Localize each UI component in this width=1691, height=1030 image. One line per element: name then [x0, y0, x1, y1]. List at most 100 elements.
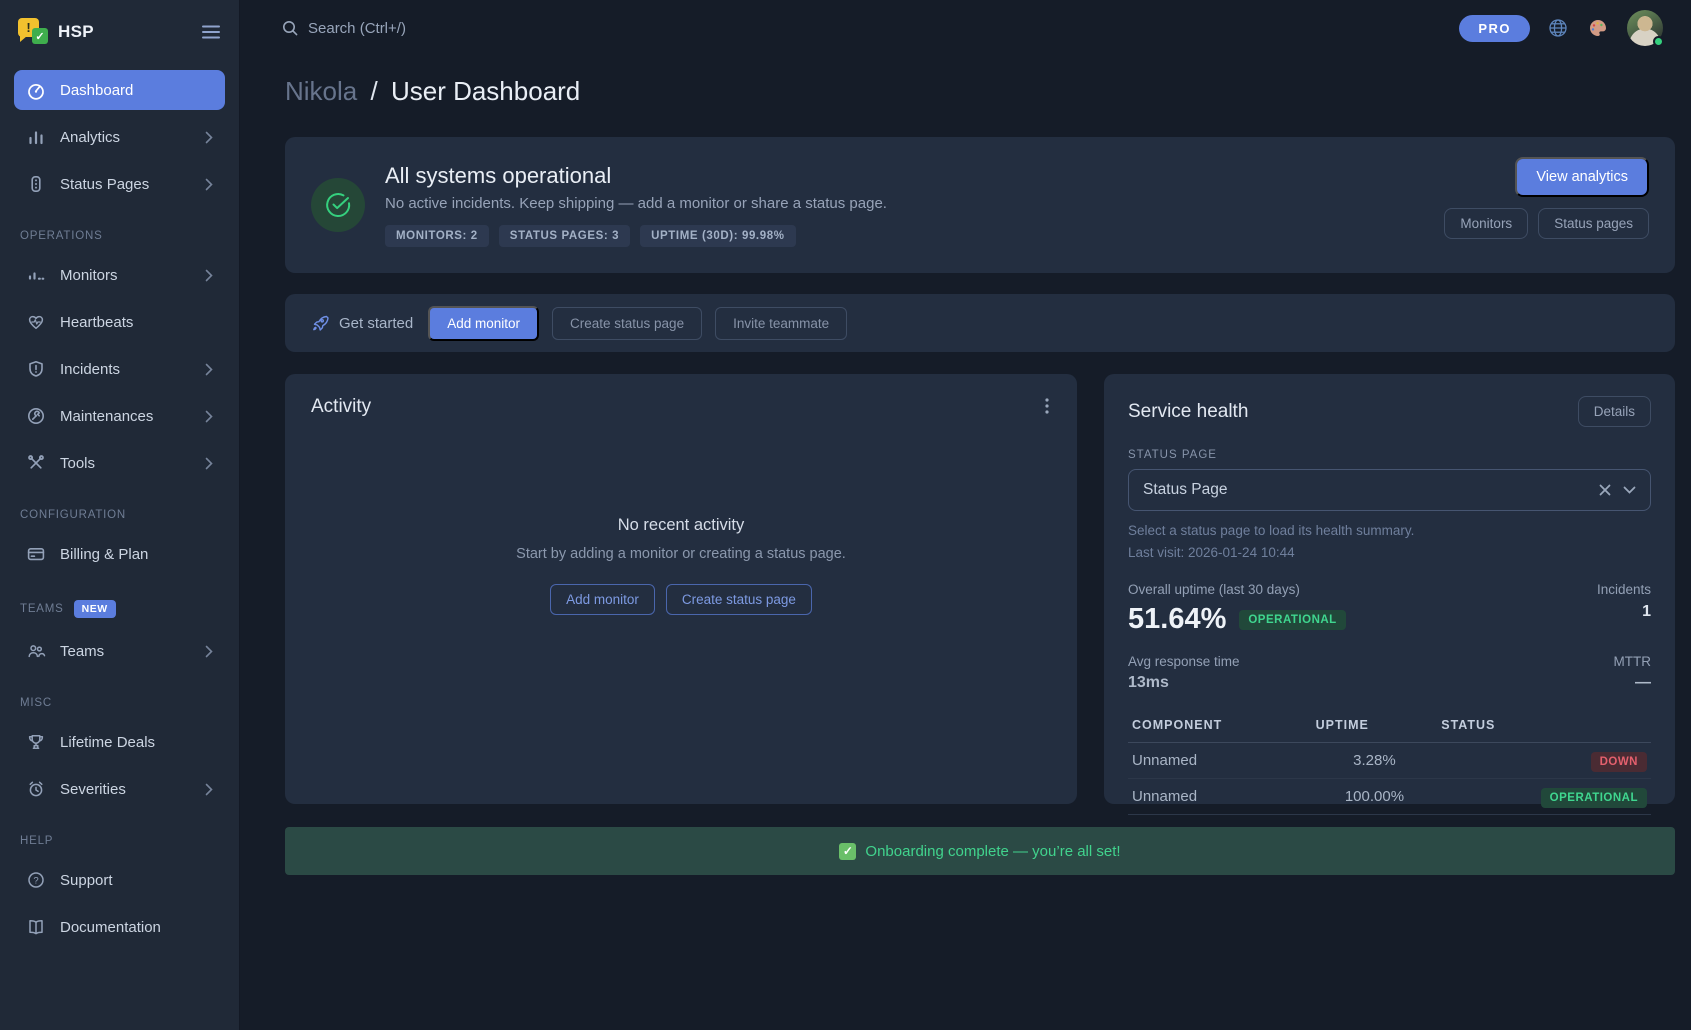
sidebar-item-maintenances[interactable]: Maintenances	[14, 396, 225, 436]
hero-stat-badges: MONITORS: 2 STATUS PAGES: 3 UPTIME (30D)…	[385, 225, 1424, 247]
pro-badge[interactable]: PRO	[1459, 15, 1530, 42]
chevron-right-icon	[205, 645, 213, 658]
check-circle-icon	[311, 178, 365, 232]
empty-create-status-page-button[interactable]: Create status page	[666, 584, 812, 615]
sidebar-item-label: Teams	[60, 643, 104, 660]
component-name-cell: Unnamed	[1128, 779, 1312, 815]
get-started-label: Get started	[311, 314, 413, 332]
component-uptime-cell: 100.00%	[1312, 779, 1438, 815]
hamburger-menu-icon[interactable]	[201, 24, 221, 40]
hero-subtitle: No active incidents. Keep shipping — add…	[385, 195, 1424, 212]
sidebar: ! ✓ HSP Dashboard Analytics	[0, 0, 240, 1030]
alarm-clock-icon	[26, 779, 46, 799]
wrench-circle-icon	[26, 406, 46, 426]
status-hero-card: All systems operational No active incide…	[285, 137, 1675, 273]
sidebar-item-tools[interactable]: Tools	[14, 443, 225, 483]
hero-text: All systems operational No active incide…	[385, 163, 1424, 247]
sidebar-item-incidents[interactable]: Incidents	[14, 349, 225, 389]
sidebar-item-label: Analytics	[60, 129, 120, 146]
overall-uptime-value: 51.64%	[1128, 603, 1226, 636]
add-monitor-button[interactable]: Add monitor	[428, 306, 539, 341]
status-pages-button[interactable]: Status pages	[1538, 208, 1649, 239]
sidebar-item-documentation[interactable]: Documentation	[14, 907, 225, 947]
mttr-stat: MTTR —	[1614, 654, 1652, 692]
hero-actions: View analytics Monitors Status pages	[1444, 157, 1649, 239]
sidebar-item-label: Billing & Plan	[60, 546, 148, 563]
sidebar-item-support[interactable]: ? Support	[14, 860, 225, 900]
chevron-right-icon	[205, 269, 213, 282]
sidebar-item-severities[interactable]: Severities	[14, 769, 225, 809]
sidebar-item-lifetime-deals[interactable]: Lifetime Deals	[14, 722, 225, 762]
monitors-button[interactable]: Monitors	[1444, 208, 1528, 239]
sidebar-item-label: Tools	[60, 455, 95, 472]
select-helper-text: Select a status page to load its health …	[1128, 523, 1651, 538]
language-globe-icon[interactable]	[1547, 17, 1569, 39]
sidebar-item-teams[interactable]: Teams	[14, 631, 225, 671]
sidebar-item-monitors[interactable]: Monitors	[14, 255, 225, 295]
view-analytics-button[interactable]: View analytics	[1515, 157, 1649, 197]
create-status-page-button[interactable]: Create status page	[552, 307, 702, 340]
empty-state-actions: Add monitor Create status page	[550, 584, 812, 615]
avg-response-value: 13ms	[1128, 674, 1240, 692]
search-icon	[281, 19, 299, 37]
mttr-label: MTTR	[1614, 654, 1652, 669]
overall-uptime-label: Overall uptime (last 30 days)	[1128, 582, 1346, 597]
breadcrumb-parent[interactable]: Nikola	[285, 76, 357, 106]
onboarding-banner: ✓ Onboarding complete — you’re all set!	[285, 827, 1675, 875]
table-row[interactable]: Unnamed 3.28% DOWN	[1128, 743, 1651, 779]
last-visit-text: Last visit: 2026-01-24 10:44	[1128, 545, 1651, 560]
empty-add-monitor-button[interactable]: Add monitor	[550, 584, 655, 615]
theme-palette-icon[interactable]	[1586, 16, 1610, 40]
search-input[interactable]: Search (Ctrl+/)	[281, 19, 406, 37]
sidebar-item-analytics[interactable]: Analytics	[14, 117, 225, 157]
status-page-field-label: STATUS PAGE	[1128, 449, 1651, 461]
clear-selection-icon[interactable]	[1599, 484, 1611, 496]
response-mttr-row: Avg response time 13ms MTTR —	[1128, 654, 1651, 692]
column-header-uptime: UPTIME	[1312, 710, 1438, 743]
down-status-badge: DOWN	[1591, 752, 1647, 772]
main-area: Search (Ctrl+/) PRO Nikola / User Dashbo	[241, 0, 1691, 1030]
svg-text:?: ?	[33, 875, 38, 886]
user-avatar[interactable]	[1627, 10, 1663, 46]
empty-state-title: No recent activity	[618, 516, 745, 535]
hero-title: All systems operational	[385, 163, 1424, 189]
app-logo-icon[interactable]: ! ✓	[18, 18, 48, 46]
component-name-cell: Unnamed	[1128, 743, 1312, 779]
incidents-stat: Incidents 1	[1597, 582, 1651, 636]
status-page-select-value: Status Page	[1143, 481, 1227, 499]
sidebar-item-label: Status Pages	[60, 176, 149, 193]
incidents-label: Incidents	[1597, 582, 1651, 597]
uptime-30d-badge: UPTIME (30D): 99.98%	[640, 225, 795, 247]
invite-teammate-button[interactable]: Invite teammate	[715, 307, 847, 340]
status-pages-count-badge: STATUS PAGES: 3	[499, 225, 630, 247]
sidebar-item-heartbeats[interactable]: Heartbeats	[14, 302, 225, 342]
credit-card-icon	[26, 544, 46, 564]
new-badge: NEW	[74, 600, 116, 618]
breadcrumb: Nikola / User Dashboard	[285, 76, 1675, 107]
onboarding-banner-text: Onboarding complete — you’re all set!	[865, 843, 1120, 860]
avg-response-stat: Avg response time 13ms	[1128, 654, 1240, 692]
details-button[interactable]: Details	[1578, 396, 1651, 427]
activity-empty-state: No recent activity Start by adding a mon…	[311, 348, 1051, 782]
monitors-count-badge: MONITORS: 2	[385, 225, 489, 247]
sidebar-item-billing[interactable]: Billing & Plan	[14, 534, 225, 574]
chevron-right-icon	[205, 178, 213, 191]
rocket-icon	[311, 314, 329, 332]
chevron-down-icon[interactable]	[1623, 486, 1636, 494]
service-health-title: Service health	[1128, 401, 1248, 423]
incidents-value: 1	[1597, 603, 1651, 621]
status-page-select[interactable]: Status Page	[1128, 469, 1651, 511]
sidebar-item-label: Monitors	[60, 267, 118, 284]
avg-response-label: Avg response time	[1128, 654, 1240, 669]
sidebar-item-dashboard[interactable]: Dashboard	[14, 70, 225, 110]
logo-check-icon: ✓	[32, 28, 48, 44]
service-health-header: Service health Details	[1128, 396, 1651, 427]
gauge-icon	[26, 80, 46, 100]
chevron-right-icon	[205, 457, 213, 470]
sidebar-item-status-pages[interactable]: Status Pages	[14, 164, 225, 204]
operational-status-badge: OPERATIONAL	[1541, 788, 1647, 808]
bar-chart-icon	[26, 127, 46, 147]
table-row[interactable]: Unnamed 100.00% OPERATIONAL	[1128, 779, 1651, 815]
select-controls	[1599, 484, 1636, 496]
monitor-bars-icon	[26, 265, 46, 285]
